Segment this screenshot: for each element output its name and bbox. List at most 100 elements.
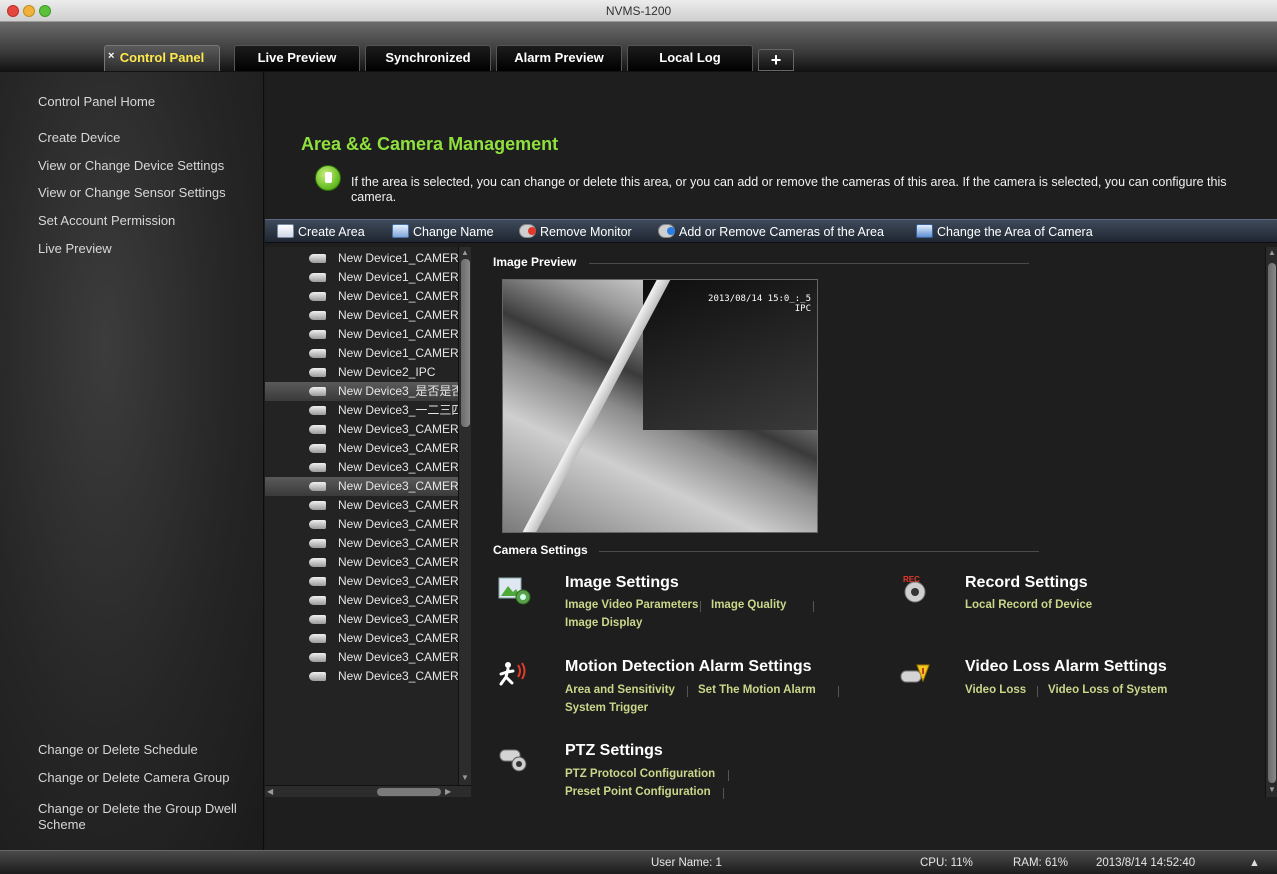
toolbar: Create Area Change Name Remove Monitor A… xyxy=(265,219,1277,243)
record-settings-icon[interactable]: REC xyxy=(899,574,933,604)
camera-icon xyxy=(309,577,326,586)
sidebar-item-control-panel-home[interactable]: Control Panel Home xyxy=(38,94,258,110)
list-item[interactable]: New Device3_CAMERA xyxy=(265,610,459,629)
list-item[interactable]: New Device1_CAMERA xyxy=(265,287,459,306)
change-name-button[interactable]: Change Name xyxy=(392,223,494,241)
separator xyxy=(723,788,724,799)
tab-synchronized[interactable]: Synchronized xyxy=(365,45,491,71)
tab-local-log[interactable]: Local Log xyxy=(627,45,753,71)
scroll-up-icon[interactable]: ▲ xyxy=(461,248,469,258)
list-item[interactable]: New Device1_CAMERA xyxy=(265,344,459,363)
system-trigger-link[interactable]: System Trigger xyxy=(565,702,648,714)
page-title: Area && Camera Management xyxy=(301,134,559,154)
separator xyxy=(687,686,688,697)
sidebar-item-dwell-scheme[interactable]: Change or Delete the Group Dwell Scheme xyxy=(38,801,258,833)
ptz-settings-title[interactable]: PTZ Settings xyxy=(565,742,663,760)
video-loss-icon[interactable] xyxy=(897,661,931,691)
motion-alarm-icon[interactable] xyxy=(496,659,530,689)
video-loss-title[interactable]: Video Loss Alarm Settings xyxy=(965,658,1167,676)
close-icon[interactable]: × xyxy=(108,44,114,68)
image-quality-link[interactable]: Image Quality xyxy=(711,599,786,611)
sidebar-item-camera-group[interactable]: Change or Delete Camera Group xyxy=(38,770,258,786)
edit-icon xyxy=(392,224,409,238)
list-item[interactable]: New Device3_CAMERA xyxy=(265,534,459,553)
image-settings-title[interactable]: Image Settings xyxy=(565,574,679,592)
button-label: Remove Monitor xyxy=(540,225,632,239)
list-item[interactable]: New Device3_CAMERA xyxy=(265,458,459,477)
list-item[interactable]: New Device3_CAMERA xyxy=(265,553,459,572)
scroll-down-icon[interactable]: ▼ xyxy=(1268,785,1276,795)
list-item[interactable]: New Device3_CAMERA xyxy=(265,496,459,515)
expand-up-icon[interactable]: ▲ xyxy=(1249,857,1260,869)
list-item[interactable]: New Device3_CAMERA xyxy=(265,477,459,496)
separator xyxy=(700,601,701,612)
scroll-up-icon[interactable]: ▲ xyxy=(1268,248,1276,258)
tab-live-preview[interactable]: Live Preview xyxy=(234,45,360,71)
sidebar-item-live-preview[interactable]: Live Preview xyxy=(38,241,258,257)
preview-tag: IPC xyxy=(794,304,811,314)
user-name-status: User Name: 1 xyxy=(651,857,722,869)
list-item[interactable]: New Device1_CAMERA xyxy=(265,306,459,325)
preset-point-link[interactable]: Preset Point Configuration xyxy=(565,786,711,798)
set-motion-alarm-link[interactable]: Set The Motion Alarm xyxy=(698,684,816,696)
list-item[interactable]: New Device3_CAMERA xyxy=(265,439,459,458)
tab-alarm-preview[interactable]: Alarm Preview xyxy=(496,45,622,71)
video-loss-link[interactable]: Video Loss xyxy=(965,684,1026,696)
sidebar-item-device-settings[interactable]: View or Change Device Settings xyxy=(38,158,258,174)
tab-control-panel[interactable]: × Control Panel xyxy=(104,45,220,71)
scrollbar-thumb[interactable] xyxy=(1268,263,1276,783)
list-item[interactable]: New Device3_CAMERA xyxy=(265,667,459,686)
remove-monitor-button[interactable]: Remove Monitor xyxy=(519,223,632,241)
camera-icon xyxy=(309,387,326,396)
local-record-link[interactable]: Local Record of Device xyxy=(965,599,1092,611)
list-item[interactable]: New Device3_CAMERA xyxy=(265,648,459,667)
main-panel: Area && Camera Management If the area is… xyxy=(265,72,1277,850)
info-icon xyxy=(315,165,341,191)
ram-status: RAM: 61% xyxy=(1013,857,1068,869)
image-settings-icon[interactable] xyxy=(498,576,532,606)
add-remove-cameras-button[interactable]: Add or Remove Cameras of the Area xyxy=(658,223,884,241)
scroll-left-icon[interactable]: ◀ xyxy=(267,787,273,797)
record-settings-title[interactable]: Record Settings xyxy=(965,574,1088,592)
sidebar-item-account-permission[interactable]: Set Account Permission xyxy=(38,213,258,229)
change-area-button[interactable]: Change the Area of Camera xyxy=(916,223,1093,241)
sidebar-item-sensor-settings[interactable]: View or Change Sensor Settings xyxy=(38,185,258,201)
button-label: Change the Area of Camera xyxy=(937,225,1093,239)
device-list: New Device1_CAMERA New Device1_CAMERA Ne… xyxy=(265,247,471,785)
sidebar-item-schedule[interactable]: Change or Delete Schedule xyxy=(38,742,258,758)
list-item[interactable]: New Device1_CAMERA xyxy=(265,325,459,344)
image-display-link[interactable]: Image Display xyxy=(565,617,642,629)
list-item[interactable]: New Device3_CAMERA xyxy=(265,572,459,591)
list-item[interactable]: New Device3_CAMERA xyxy=(265,591,459,610)
list-item[interactable]: New Device2_IPC xyxy=(265,363,459,382)
scroll-down-icon[interactable]: ▼ xyxy=(461,773,469,783)
sidebar-item-create-device[interactable]: Create Device xyxy=(38,130,258,146)
area-sensitivity-link[interactable]: Area and Sensitivity xyxy=(565,684,675,696)
list-item[interactable]: New Device1_CAMERA xyxy=(265,249,459,268)
scrollbar-thumb[interactable] xyxy=(461,259,470,427)
image-video-parameters-link[interactable]: Image Video Parameters xyxy=(565,599,698,611)
add-tab-button[interactable]: + xyxy=(758,49,794,71)
ptz-protocol-link[interactable]: PTZ Protocol Configuration xyxy=(565,768,715,780)
list-item[interactable]: New Device3_CAMERA xyxy=(265,420,459,439)
scroll-right-icon[interactable]: ▶ xyxy=(445,787,451,797)
device-list-hscrollbar[interactable]: ◀ ▶ xyxy=(265,785,471,797)
ptz-settings-icon[interactable] xyxy=(497,743,531,773)
list-item[interactable]: New Device3_CAMERA xyxy=(265,515,459,534)
list-item[interactable]: New Device1_CAMERA xyxy=(265,268,459,287)
tab-bar: × Control Panel Live Preview Synchronize… xyxy=(0,22,1277,72)
settings-scrollbar[interactable]: ▲ ▼ xyxy=(1265,247,1277,797)
device-list-scrollbar[interactable]: ▲ ▼ xyxy=(458,247,471,789)
window-title: NVMS-1200 xyxy=(605,4,672,18)
tab-label: Alarm Preview xyxy=(514,50,604,65)
camera-icon xyxy=(309,672,326,681)
video-loss-system-link[interactable]: Video Loss of System xyxy=(1048,684,1167,696)
list-item[interactable]: New Device3_CAMERA xyxy=(265,629,459,648)
scrollbar-thumb[interactable] xyxy=(377,788,441,796)
create-area-button[interactable]: Create Area xyxy=(277,223,365,241)
camera-icon xyxy=(309,444,326,453)
camera-icon xyxy=(309,254,326,263)
motion-settings-title[interactable]: Motion Detection Alarm Settings xyxy=(565,658,812,676)
list-item[interactable]: New Device3_是否是否 xyxy=(265,382,459,401)
list-item[interactable]: New Device3_一二三四 xyxy=(265,401,459,420)
